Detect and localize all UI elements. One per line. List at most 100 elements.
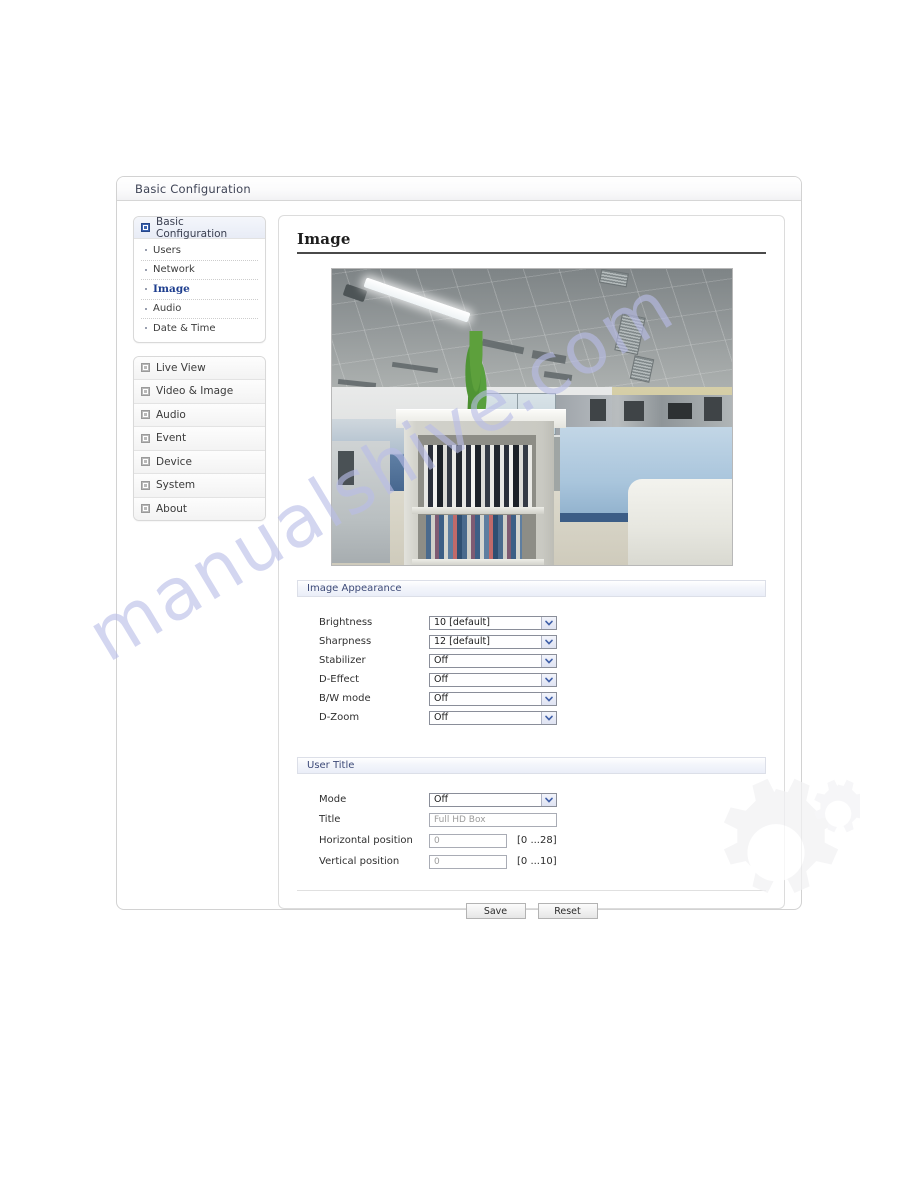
sidebar-item-video-and-image[interactable]: Video & Image	[134, 380, 265, 404]
sidebar-main-menu: Live View Video & Image Audio Event Devi…	[133, 355, 266, 521]
office-equipment-unit	[623, 401, 644, 421]
chevron-down-icon[interactable]	[541, 673, 556, 686]
sidebar-item-image[interactable]: Image	[141, 280, 258, 300]
sidebar-group-basic-configuration: Basic Configuration Users Network Image	[133, 216, 266, 343]
d-zoom-value: Off	[434, 711, 449, 723]
sidebar-item-users[interactable]: Users	[141, 241, 258, 261]
sidebar-item-label: Audio	[153, 303, 182, 315]
cabinet-panel	[337, 451, 354, 485]
section-label: Image Appearance	[307, 583, 402, 594]
field-row-d-zoom: D-Zoom Off	[319, 708, 766, 727]
horizontal-position-range: [0 ...28]	[517, 835, 557, 846]
save-button[interactable]: Save	[465, 903, 526, 919]
office-equipment-unit	[667, 403, 692, 419]
horizontal-position-label: Horizontal position	[319, 835, 413, 846]
sidebar-item-device[interactable]: Device	[134, 450, 265, 474]
sidebar-item-about[interactable]: About	[134, 497, 265, 520]
camera-preview-container	[297, 268, 766, 566]
page-title: Image	[297, 230, 351, 248]
mode-label: Mode	[319, 794, 347, 805]
chevron-down-icon[interactable]	[541, 692, 556, 705]
horizontal-position-input[interactable]: 0	[429, 833, 507, 848]
field-row-horizontal-position: Horizontal position 0 [0 ...28]	[319, 830, 766, 851]
bw-mode-value: Off	[434, 692, 449, 704]
sidebar: Basic Configuration Users Network Image	[133, 215, 266, 909]
binder-row-upper	[423, 445, 532, 507]
brightness-value: 10 [default]	[434, 616, 490, 628]
field-row-stabilizer: Stabilizer Off	[319, 651, 766, 670]
expand-box-icon	[141, 480, 150, 490]
sharpness-select[interactable]: 12 [default]	[429, 634, 557, 649]
section-header-user-title: User Title	[297, 757, 766, 774]
chevron-down-icon[interactable]	[541, 616, 556, 629]
d-zoom-select[interactable]: Off	[429, 710, 557, 725]
stabilizer-label: Stabilizer	[319, 655, 366, 666]
sharpness-value: 12 [default]	[434, 635, 490, 647]
expand-box-icon	[141, 433, 150, 443]
field-row-title: Title Full HD Box	[319, 809, 766, 830]
image-appearance-fields: Brightness 10 [default] Sharpness 12 [de…	[297, 613, 766, 727]
vertical-position-input[interactable]: 0	[429, 854, 507, 869]
chevron-down-icon[interactable]	[541, 711, 556, 724]
d-effect-label: D-Effect	[319, 674, 360, 685]
stabilizer-select[interactable]: Off	[429, 653, 557, 668]
sidebar-item-label: Network	[153, 264, 195, 276]
d-effect-select[interactable]: Off	[429, 672, 557, 687]
window-body: Basic Configuration Users Network Image	[117, 201, 801, 919]
sidebar-item-date-and-time[interactable]: Date & Time	[141, 319, 258, 338]
expand-box-icon	[141, 504, 150, 514]
bw-mode-label: B/W mode	[319, 693, 371, 704]
d-zoom-label: D-Zoom	[319, 712, 360, 723]
title-label: Title	[319, 814, 341, 825]
sidebar-item-audio[interactable]: Audio	[141, 300, 258, 319]
sidebar-item-label: About	[156, 502, 188, 515]
section-header-image-appearance: Image Appearance	[297, 580, 766, 597]
reset-button[interactable]: Reset	[537, 903, 598, 919]
field-row-sharpness: Sharpness 12 [default]	[319, 632, 766, 651]
binder-row-lower	[425, 515, 522, 559]
sidebar-item-event[interactable]: Event	[134, 427, 265, 451]
stabilizer-value: Off	[434, 654, 449, 666]
brightness-label: Brightness	[319, 617, 373, 628]
horizontal-position-placeholder: 0	[434, 835, 440, 846]
bullet-icon	[145, 327, 147, 330]
field-row-brightness: Brightness 10 [default]	[319, 613, 766, 632]
chevron-down-icon[interactable]	[541, 635, 556, 648]
sidebar-item-audio[interactable]: Audio	[134, 403, 265, 427]
bw-mode-select[interactable]: Off	[429, 691, 557, 706]
bullet-icon	[145, 307, 147, 310]
sidebar-item-system[interactable]: System	[134, 474, 265, 498]
expand-box-icon	[141, 410, 150, 420]
sidebar-item-label: Live View	[156, 361, 206, 374]
vertical-position-range: [0 ...10]	[517, 856, 557, 867]
form-actions: Save Reset	[297, 903, 766, 919]
sidebar-item-label: Device	[156, 455, 192, 468]
white-desk	[627, 479, 732, 565]
field-row-d-effect: D-Effect Off	[319, 670, 766, 689]
section-label: User Title	[307, 760, 355, 771]
title-divider	[297, 252, 766, 254]
sidebar-item-live-view[interactable]: Live View	[134, 356, 265, 380]
chevron-down-icon[interactable]	[541, 654, 556, 667]
sidebar-item-label: Image	[153, 283, 190, 296]
mode-value: Off	[434, 793, 449, 805]
sidebar-item-label: Event	[156, 432, 187, 445]
bullet-icon	[145, 249, 147, 252]
title-input[interactable]: Full HD Box	[429, 812, 557, 827]
sidebar-group-header-basic-configuration[interactable]: Basic Configuration	[134, 216, 265, 240]
sidebar-group-label: Basic Configuration	[156, 216, 228, 240]
sidebar-item-network[interactable]: Network	[141, 261, 258, 280]
brightness-select[interactable]: 10 [default]	[429, 615, 557, 630]
shelf-board	[411, 559, 544, 565]
checkbox-icon	[141, 223, 150, 232]
chevron-down-icon[interactable]	[541, 793, 556, 806]
camera-preview-image	[330, 268, 733, 566]
expand-box-icon	[141, 363, 150, 373]
office-equipment-unit	[703, 397, 722, 421]
content-panel: Image Image Appearance Brightness 10 [de…	[278, 215, 785, 919]
d-effect-value: Off	[434, 673, 449, 685]
sidebar-subitems: Users Network Image Audio Date & Time	[134, 239, 265, 342]
mode-select[interactable]: Off	[429, 792, 557, 807]
sharpness-label: Sharpness	[319, 636, 372, 647]
